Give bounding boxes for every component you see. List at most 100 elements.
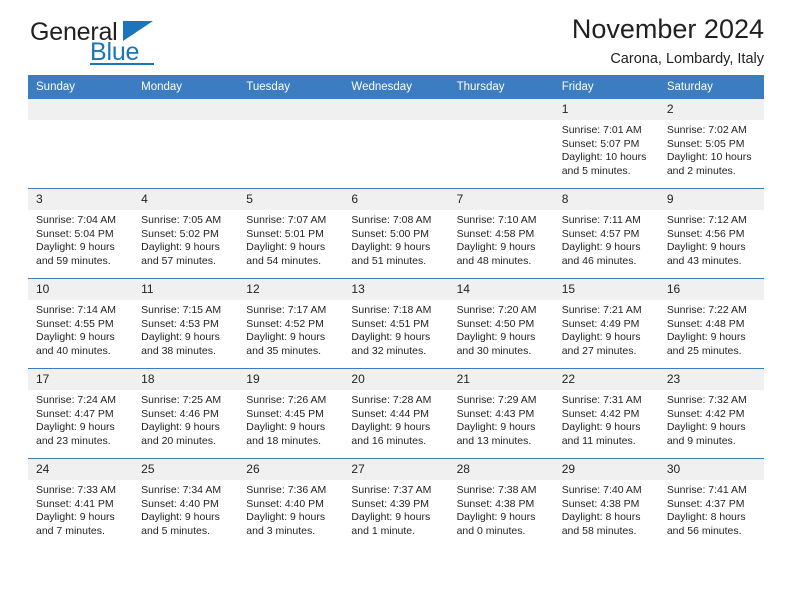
calendar-day-cell[interactable]: 5 Sunrise: 7:07 AM Sunset: 5:01 PM Daylight… [238, 188, 344, 279]
calendar-day-cell[interactable]: 29 Sunrise: 7:40 AM Sunset: 4:38 PM Dayligh… [553, 458, 659, 548]
day-info-line: Sunset: 4:39 PM [351, 497, 430, 510]
calendar-week-row: 10 Sunrise: 7:14 AM Sunset: 4:55 PM Dayligh… [28, 278, 764, 369]
calendar-day-cell[interactable]: 9 Sunrise: 7:12 AM Sunset: 4:56 PM Daylight… [658, 188, 764, 279]
calendar-day-cell[interactable]: 22 Sunrise: 7:31 AM Sunset: 4:42 PM Dayligh… [553, 368, 659, 459]
day-info-line: Sunrise: 7:07 AM [246, 214, 327, 226]
day-info-line: Daylight: 9 hours [36, 421, 115, 434]
day-info-line: and 48 minutes. [456, 254, 532, 267]
weekday-header-monday: Monday [133, 75, 239, 99]
calendar-day-cell[interactable]: 17 Sunrise: 7:24 AM Sunset: 4:47 PM Dayligh… [28, 368, 134, 459]
day-info-line: and 5 minutes. [141, 524, 211, 537]
calendar-day-cell[interactable]: 8 Sunrise: 7:11 AM Sunset: 4:57 PM Daylight… [553, 188, 659, 279]
calendar-day-cell[interactable]: 13 Sunrise: 7:18 AM Sunset: 4:51 PM Dayligh… [343, 278, 449, 369]
day-info-line: Sunrise: 7:04 AM [36, 214, 116, 226]
day-info-line: Sunset: 4:41 PM [36, 497, 114, 510]
day-number: 19 [238, 369, 344, 390]
day-sun-info: Sunrise: 7:07 AM Sunset: 5:01 PM Daylight:… [238, 210, 343, 268]
day-info-line: and 13 minutes. [456, 434, 532, 447]
calendar-day-cell[interactable]: 16 Sunrise: 7:22 AM Sunset: 4:48 PM Dayligh… [658, 278, 764, 369]
calendar-day-cell[interactable]: 11 Sunrise: 7:15 AM Sunset: 4:53 PM Dayligh… [133, 278, 239, 369]
day-sun-info: Sunrise: 7:31 AM Sunset: 4:42 PM Daylight:… [554, 390, 659, 448]
calendar-day-cell[interactable]: 19 Sunrise: 7:26 AM Sunset: 4:45 PM Dayligh… [238, 368, 344, 459]
calendar-week-row: 17 Sunrise: 7:24 AM Sunset: 4:47 PM Dayligh… [28, 368, 764, 459]
day-number [343, 99, 449, 120]
day-sun-info: Sunrise: 7:28 AM Sunset: 4:44 PM Daylight:… [343, 390, 448, 448]
day-info-line: Daylight: 9 hours [456, 511, 536, 524]
calendar-day-cell[interactable]: 3 Sunrise: 7:04 AM Sunset: 5:04 PM Daylight… [28, 188, 134, 279]
day-info-line: Sunset: 4:53 PM [141, 317, 219, 330]
calendar-day-cell[interactable]: 14 Sunrise: 7:20 AM Sunset: 4:50 PM Dayligh… [448, 278, 554, 369]
day-sun-info: Sunrise: 7:14 AM Sunset: 4:55 PM Daylight:… [28, 300, 133, 358]
calendar-day-cell[interactable]: 21 Sunrise: 7:29 AM Sunset: 4:43 PM Dayligh… [448, 368, 554, 459]
day-info-line: and 30 minutes. [456, 344, 532, 357]
day-number: 7 [448, 189, 554, 210]
calendar-day-cell[interactable]: 2 Sunrise: 7:02 AM Sunset: 5:05 PM Daylight… [658, 98, 764, 189]
calendar-day-cell[interactable]: 30 Sunrise: 7:41 AM Sunset: 4:37 PM Dayligh… [658, 458, 764, 548]
day-sun-info: Sunrise: 7:34 AM Sunset: 4:40 PM Daylight:… [133, 480, 238, 538]
calendar-day-cell[interactable]: 10 Sunrise: 7:14 AM Sunset: 4:55 PM Dayligh… [28, 278, 134, 369]
general-blue-logo: General Blue [28, 18, 158, 66]
calendar-day-cell[interactable]: 1 Sunrise: 7:01 AM Sunset: 5:07 PM Daylight… [553, 98, 659, 189]
day-sun-info: Sunrise: 7:32 AM Sunset: 4:42 PM Daylight:… [659, 390, 764, 448]
day-info-line: Sunrise: 7:28 AM [351, 394, 432, 406]
day-number: 25 [133, 459, 239, 480]
day-info-line: Daylight: 9 hours [456, 241, 536, 254]
day-info-line: Sunrise: 7:26 AM [246, 394, 327, 406]
calendar-day-cell[interactable]: 18 Sunrise: 7:25 AM Sunset: 4:46 PM Dayligh… [133, 368, 239, 459]
day-info-line: and 0 minutes. [456, 524, 526, 537]
day-number: 26 [238, 459, 344, 480]
calendar-page: General Blue November 2024 Carona, Lomba… [0, 0, 792, 612]
day-info-line: Daylight: 9 hours [36, 511, 115, 524]
day-info-line: and 27 minutes. [561, 344, 637, 357]
calendar-day-cell[interactable]: 24 Sunrise: 7:33 AM Sunset: 4:41 PM Dayligh… [28, 458, 134, 548]
day-info-line: Daylight: 9 hours [141, 331, 220, 344]
day-number: 12 [238, 279, 344, 300]
day-info-line: Daylight: 9 hours [351, 511, 431, 524]
day-info-line: Daylight: 8 hours [666, 511, 746, 524]
calendar-week-row: 1 Sunrise: 7:01 AM Sunset: 5:07 PM Daylight… [28, 98, 764, 189]
day-info-line: Sunrise: 7:36 AM [246, 484, 327, 496]
day-info-line: Sunset: 4:57 PM [561, 227, 640, 240]
calendar-day-cell[interactable]: 20 Sunrise: 7:28 AM Sunset: 4:44 PM Dayligh… [343, 368, 449, 459]
day-info-line: and 32 minutes. [351, 344, 427, 357]
calendar-day-cell[interactable]: 15 Sunrise: 7:21 AM Sunset: 4:49 PM Dayligh… [553, 278, 659, 369]
day-sun-info: Sunrise: 7:02 AM Sunset: 5:05 PM Daylight:… [659, 120, 764, 178]
calendar-day-cell[interactable]: 12 Sunrise: 7:17 AM Sunset: 4:52 PM Dayligh… [238, 278, 344, 369]
day-info-line: Sunset: 5:00 PM [351, 227, 430, 240]
logo-underline [90, 63, 154, 65]
day-info-line: Daylight: 9 hours [141, 421, 220, 434]
day-info-line: Sunset: 4:46 PM [141, 407, 219, 420]
calendar-day-cell[interactable]: 23 Sunrise: 7:32 AM Sunset: 4:42 PM Dayligh… [658, 368, 764, 459]
day-info-line: and 9 minutes. [666, 434, 736, 447]
day-number: 6 [343, 189, 449, 210]
day-info-line: and 11 minutes. [561, 434, 636, 447]
calendar-day-cell[interactable]: 4 Sunrise: 7:05 AM Sunset: 5:02 PM Daylight… [133, 188, 239, 279]
calendar-day-cell[interactable]: 7 Sunrise: 7:10 AM Sunset: 4:58 PM Daylight… [448, 188, 554, 279]
calendar-day-cell[interactable]: 25 Sunrise: 7:34 AM Sunset: 4:40 PM Dayligh… [133, 458, 239, 548]
calendar-day-cell[interactable]: 27 Sunrise: 7:37 AM Sunset: 4:39 PM Dayligh… [343, 458, 449, 548]
day-number: 24 [28, 459, 134, 480]
day-info-line: Sunset: 4:52 PM [246, 317, 324, 330]
day-info-line: Sunset: 4:45 PM [246, 407, 324, 420]
day-info-line: Daylight: 8 hours [561, 511, 641, 524]
day-number: 18 [133, 369, 239, 390]
calendar-day-cell[interactable]: 28 Sunrise: 7:38 AM Sunset: 4:38 PM Dayligh… [448, 458, 554, 548]
day-number: 13 [343, 279, 449, 300]
day-info-line: Sunset: 4:50 PM [456, 317, 535, 330]
day-info-line: Daylight: 9 hours [456, 421, 536, 434]
calendar-grid: Sunday Monday Tuesday Wednesday Thursday Frid… [28, 75, 764, 548]
day-info-line: Sunrise: 7:20 AM [456, 304, 537, 316]
day-info-line: and 51 minutes. [351, 254, 427, 267]
day-info-line: Sunrise: 7:31 AM [561, 394, 642, 406]
day-info-line: and 46 minutes. [561, 254, 637, 267]
day-sun-info: Sunrise: 7:05 AM Sunset: 5:02 PM Daylight:… [133, 210, 238, 268]
day-info-line: Sunset: 4:43 PM [456, 407, 535, 420]
day-info-line: Sunset: 4:40 PM [246, 497, 324, 510]
day-info-line: Sunset: 4:42 PM [666, 407, 745, 420]
day-sun-info: Sunrise: 7:12 AM Sunset: 4:56 PM Daylight:… [659, 210, 764, 268]
day-info-line: Sunset: 4:38 PM [561, 497, 640, 510]
day-info-line: Daylight: 9 hours [141, 241, 220, 254]
day-number [28, 99, 134, 120]
calendar-day-cell[interactable]: 26 Sunrise: 7:36 AM Sunset: 4:40 PM Dayligh… [238, 458, 344, 548]
calendar-day-cell[interactable]: 6 Sunrise: 7:08 AM Sunset: 5:00 PM Daylight… [343, 188, 449, 279]
